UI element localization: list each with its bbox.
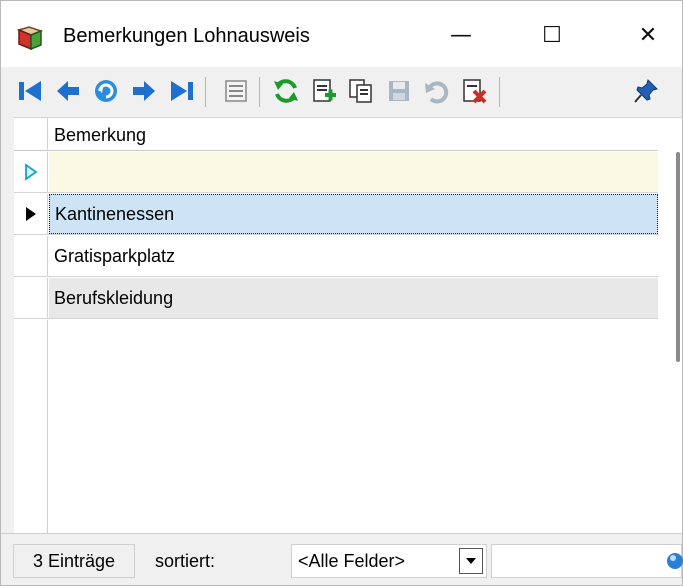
row-indicator <box>14 278 48 318</box>
pin-icon[interactable] <box>629 74 663 108</box>
table-row[interactable]: Berufskleidung <box>14 278 658 319</box>
last-record-icon[interactable] <box>165 74 199 108</box>
title-bar[interactable]: Bemerkungen Lohnausweis — ☐ ✕ <box>1 1 682 67</box>
new-row-indicator-icon <box>14 152 48 192</box>
refresh-icon[interactable] <box>269 74 303 108</box>
scrollbar-thumb[interactable] <box>676 152 680 362</box>
new-record-icon[interactable] <box>307 74 341 108</box>
table-row[interactable]: Kantinenessen <box>14 194 658 235</box>
window-title: Bemerkungen Lohnausweis <box>63 25 310 47</box>
table-cell[interactable]: Gratisparkplatz <box>49 236 658 276</box>
chevron-down-icon[interactable] <box>459 548 483 574</box>
maximize-button[interactable]: ☐ <box>522 13 582 57</box>
first-record-icon[interactable] <box>13 74 47 108</box>
save-icon[interactable] <box>382 74 416 108</box>
row-indicator <box>14 236 48 276</box>
remarks-grid: Bemerkung Kantinenessen Gratisparkplatz … <box>14 117 682 534</box>
record-count: 3 Einträge <box>13 544 135 578</box>
toolbar <box>1 67 682 117</box>
status-bar: 3 Einträge sortiert: <Alle Felder> <box>1 533 683 585</box>
sort-field-select[interactable]: <Alle Felder> <box>291 544 487 578</box>
vertical-scrollbar[interactable] <box>676 152 680 478</box>
previous-record-icon[interactable] <box>51 74 85 108</box>
globe-search-icon[interactable] <box>663 550 683 572</box>
filter-input[interactable] <box>491 544 682 578</box>
close-button[interactable]: ✕ <box>618 13 678 57</box>
toolbar-divider <box>205 77 206 107</box>
book-icon <box>16 25 44 51</box>
toolbar-divider <box>499 77 500 107</box>
next-record-icon[interactable] <box>127 74 161 108</box>
toolbar-divider <box>259 77 260 107</box>
row-indicator-column <box>14 320 48 534</box>
table-row[interactable]: Gratisparkplatz <box>14 236 658 277</box>
minimize-button[interactable]: — <box>431 13 491 57</box>
row-indicator-header <box>14 118 48 150</box>
sort-field-value: <Alle Felder> <box>298 550 406 571</box>
column-header-bemerkung[interactable]: Bemerkung <box>54 125 146 146</box>
grid-header: Bemerkung <box>14 118 658 151</box>
table-cell[interactable]: Berufskleidung <box>49 278 658 318</box>
delete-icon[interactable] <box>457 74 491 108</box>
list-view-icon[interactable] <box>219 74 253 108</box>
copy-record-icon[interactable] <box>344 74 378 108</box>
table-row-new[interactable] <box>14 152 658 193</box>
undo-icon[interactable] <box>419 74 453 108</box>
dialog-window: Bemerkungen Lohnausweis — ☐ ✕ Bemerkung … <box>0 0 683 586</box>
current-row-indicator-icon <box>14 194 48 234</box>
sort-label: sortiert: <box>155 550 216 571</box>
table-cell[interactable] <box>49 152 658 192</box>
search-record-icon[interactable] <box>89 74 123 108</box>
table-cell[interactable]: Kantinenessen <box>49 194 658 234</box>
